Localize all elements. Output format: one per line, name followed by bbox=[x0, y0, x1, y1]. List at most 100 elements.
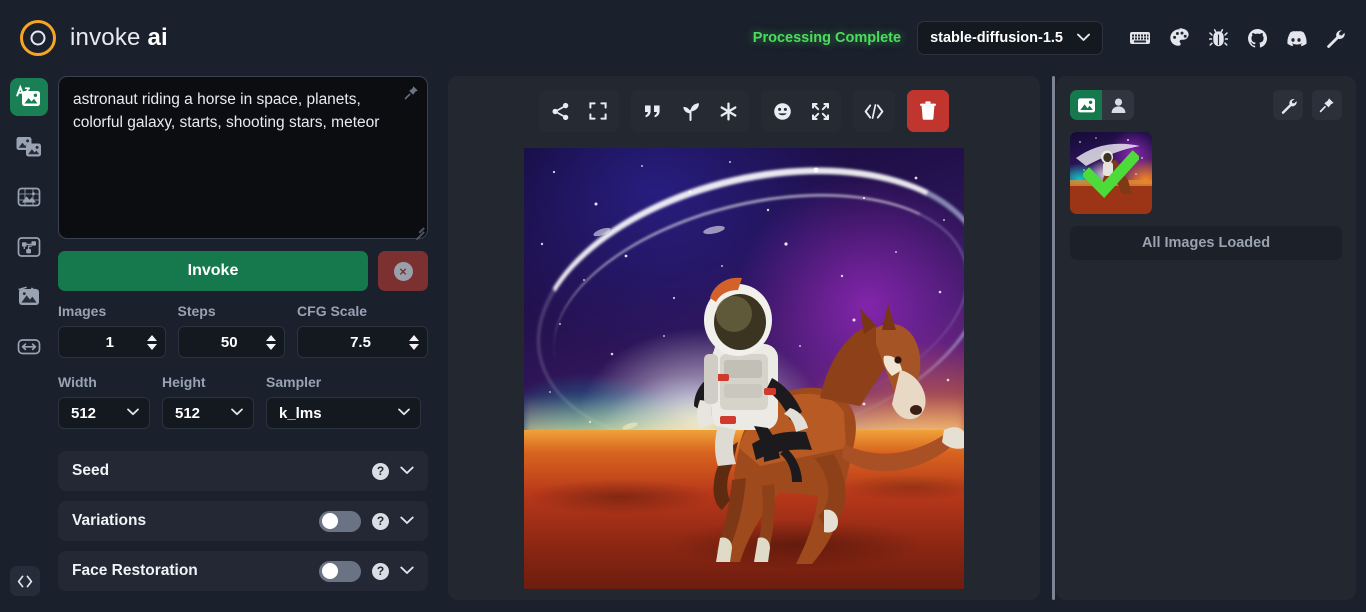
field-sampler: Sampler k_lms bbox=[266, 374, 421, 429]
steps-stepper[interactable]: 50 bbox=[177, 326, 286, 358]
use-all-icon[interactable] bbox=[710, 93, 746, 129]
height-select[interactable]: 512 bbox=[162, 397, 254, 429]
console-toggle-button[interactable] bbox=[10, 566, 40, 596]
field-label-sampler: Sampler bbox=[266, 374, 322, 390]
width-value: 512 bbox=[71, 404, 97, 422]
app-header: invoke ai Processing Complete stable-dif… bbox=[0, 0, 1366, 76]
field-height: Height 512 bbox=[162, 374, 254, 429]
invoke-row: Invoke × bbox=[58, 251, 428, 291]
thumbnail-0[interactable] bbox=[1070, 132, 1152, 214]
sidebar-item-post-processing[interactable] bbox=[10, 278, 48, 316]
tab-generations[interactable] bbox=[1070, 90, 1102, 120]
numeric-fields-row: Images 1 Steps 50 CFG Scale 7.5 bbox=[58, 303, 428, 358]
logo-word: invoke bbox=[70, 24, 141, 51]
cfg-scale-value: 7.5 bbox=[350, 333, 371, 351]
chevron-down-icon bbox=[398, 407, 410, 419]
cfg-scale-spinner[interactable] bbox=[409, 334, 419, 350]
invoke-logo-icon bbox=[20, 20, 56, 56]
chevron-down-icon bbox=[127, 407, 139, 419]
fullscreen-icon[interactable] bbox=[580, 93, 616, 129]
gallery-thumbnails bbox=[1070, 132, 1342, 214]
delete-icon[interactable] bbox=[907, 90, 949, 132]
app-logo[interactable]: invoke ai bbox=[20, 20, 168, 56]
chevron-down-icon[interactable] bbox=[400, 564, 414, 578]
accordion-face-restoration[interactable]: Face Restoration ? bbox=[58, 551, 428, 591]
pin-icon[interactable] bbox=[404, 85, 419, 105]
sidebar-item-unified-canvas[interactable] bbox=[10, 178, 48, 216]
app-title: invoke ai bbox=[70, 24, 168, 52]
cancel-button[interactable]: × bbox=[378, 251, 428, 291]
accordion-seed[interactable]: Seed ? bbox=[58, 451, 428, 491]
help-icon[interactable]: ? bbox=[372, 512, 389, 530]
variations-toggle[interactable] bbox=[319, 510, 361, 532]
generated-image[interactable] bbox=[524, 148, 964, 589]
use-prompt-icon[interactable] bbox=[634, 93, 670, 129]
toolbar-group-enhance bbox=[761, 90, 841, 132]
face-restoration-toggle[interactable] bbox=[319, 560, 361, 582]
discord-icon[interactable] bbox=[1281, 23, 1311, 53]
chevron-down-icon[interactable] bbox=[400, 464, 414, 478]
toolbar-group-metadata bbox=[853, 90, 895, 132]
share-icon[interactable] bbox=[542, 93, 578, 129]
viewer-toolbar bbox=[539, 90, 949, 132]
prompt-resize-handle[interactable] bbox=[411, 222, 425, 240]
metadata-icon[interactable] bbox=[856, 93, 892, 129]
cfg-scale-stepper[interactable]: 7.5 bbox=[297, 326, 428, 358]
sidebar-item-training[interactable] bbox=[10, 328, 48, 366]
field-label-images: Images bbox=[58, 303, 107, 319]
accordion-variations[interactable]: Variations ? bbox=[58, 501, 428, 541]
status-badge: Processing Complete bbox=[752, 30, 902, 46]
cancel-x-icon: × bbox=[393, 261, 413, 281]
console-toggle-wrap bbox=[10, 566, 40, 596]
help-icon[interactable]: ? bbox=[372, 462, 389, 480]
pin-icon[interactable] bbox=[1312, 90, 1342, 120]
image-viewer-panel bbox=[448, 76, 1040, 600]
keyboard-icon[interactable] bbox=[1125, 23, 1155, 53]
header-icon-row bbox=[1125, 23, 1350, 53]
images-spinner[interactable] bbox=[146, 334, 157, 350]
tab-uploads[interactable] bbox=[1102, 90, 1134, 120]
accordion-title-variations: Variations bbox=[72, 512, 147, 529]
logo-accent: ai bbox=[147, 24, 168, 51]
prompt-input[interactable]: astronaut riding a horse in space, plane… bbox=[73, 89, 393, 134]
use-seed-icon[interactable] bbox=[672, 93, 708, 129]
sampler-select[interactable]: k_lms bbox=[266, 397, 421, 429]
github-icon[interactable] bbox=[1242, 23, 1272, 53]
images-stepper[interactable]: 1 bbox=[58, 326, 166, 358]
width-select[interactable]: 512 bbox=[58, 397, 150, 429]
prompt-box[interactable]: astronaut riding a horse in space, plane… bbox=[58, 76, 428, 240]
model-select[interactable]: stable-diffusion-1.5 bbox=[917, 21, 1103, 55]
upscale-icon[interactable] bbox=[802, 93, 838, 129]
accordion-title-face-restoration: Face Restoration bbox=[72, 562, 198, 579]
images-value: 1 bbox=[105, 333, 114, 351]
toolbar-group-params bbox=[631, 90, 749, 132]
invoke-ai-app: invoke ai Processing Complete stable-dif… bbox=[0, 0, 1366, 612]
palette-icon[interactable] bbox=[1164, 23, 1194, 53]
dimension-fields-row: Width 512 Height 512 Sampler k_lms bbox=[58, 374, 428, 429]
sidebar-item-image-to-image[interactable] bbox=[10, 128, 48, 166]
options-accordion: Seed ? Variations ? Face Restoration ? bbox=[58, 451, 428, 591]
steps-value: 50 bbox=[220, 333, 238, 351]
sampler-value: k_lms bbox=[279, 404, 322, 422]
bug-icon[interactable] bbox=[1203, 23, 1233, 53]
field-cfg-scale: CFG Scale 7.5 bbox=[297, 303, 428, 358]
invoke-button[interactable]: Invoke bbox=[58, 251, 368, 291]
steps-spinner[interactable] bbox=[266, 334, 277, 350]
options-panel: astronaut riding a horse in space, plane… bbox=[58, 76, 434, 600]
header-right-cluster: Processing Complete stable-diffusion-1.5 bbox=[753, 21, 1350, 55]
restore-faces-icon[interactable] bbox=[764, 93, 800, 129]
help-icon[interactable]: ? bbox=[372, 562, 389, 580]
sidebar-item-text-to-image[interactable] bbox=[10, 78, 48, 116]
chevron-down-icon[interactable] bbox=[400, 514, 414, 528]
selected-check-icon bbox=[1083, 149, 1139, 198]
gallery-settings-icon[interactable] bbox=[1273, 90, 1303, 120]
accordion-title-seed: Seed bbox=[72, 462, 110, 479]
field-label-steps: Steps bbox=[177, 303, 216, 319]
field-width: Width 512 bbox=[58, 374, 150, 429]
wrench-icon[interactable] bbox=[1320, 23, 1350, 53]
image-subject-layer bbox=[694, 277, 964, 564]
sidebar-item-nodes[interactable] bbox=[10, 228, 48, 266]
gallery-header bbox=[1070, 90, 1342, 120]
gallery-panel: All Images Loaded bbox=[1056, 76, 1356, 600]
gallery-status: All Images Loaded bbox=[1070, 226, 1342, 260]
